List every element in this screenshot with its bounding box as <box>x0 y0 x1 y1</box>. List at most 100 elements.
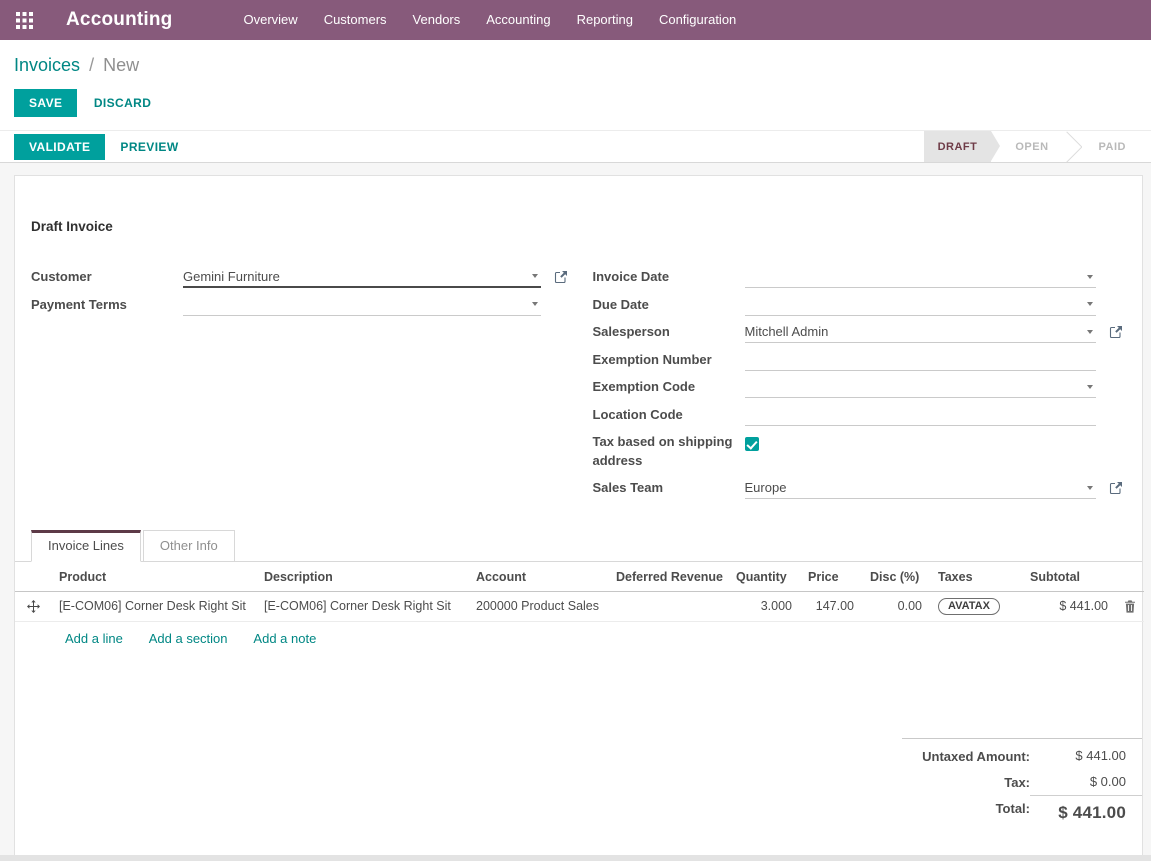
table-header-row: Product Description Account Deferred Rev… <box>15 562 1144 592</box>
exemption-code-label: Exemption Code <box>593 374 745 397</box>
chevron-down-icon[interactable] <box>1087 302 1093 306</box>
line-add-links: Add a line Add a section Add a note <box>15 622 1142 656</box>
field-exemption-code: Exemption Code <box>593 374 1097 402</box>
cell-price[interactable]: 147.00 <box>800 591 862 621</box>
status-step-draft[interactable]: DRAFT <box>924 131 992 162</box>
untaxed-amount-row: Untaxed Amount: $ 441.00 <box>902 748 1142 764</box>
handle-column-header <box>15 562 51 592</box>
add-a-note-link[interactable]: Add a note <box>253 631 316 646</box>
app-title[interactable]: Accounting <box>66 9 173 31</box>
status-step-open[interactable]: OPEN <box>991 131 1065 162</box>
customer-label: Customer <box>31 264 183 287</box>
external-link-icon[interactable] <box>554 270 568 284</box>
form-view-container: Draft Invoice Customer Gemini Furniture <box>0 163 1151 860</box>
chevron-down-icon[interactable] <box>1087 486 1093 490</box>
nav-item-vendors[interactable]: Vendors <box>400 0 474 40</box>
nav-item-reporting[interactable]: Reporting <box>564 0 646 40</box>
status-step-paid[interactable]: PAID <box>1082 131 1143 162</box>
discard-button[interactable]: DISCARD <box>82 89 163 117</box>
external-link-icon[interactable] <box>1109 481 1123 495</box>
horizontal-scrollbar[interactable] <box>0 855 1151 861</box>
due-date-input[interactable] <box>745 295 1097 316</box>
chevron-down-icon[interactable] <box>532 274 538 278</box>
external-link-icon[interactable] <box>1109 325 1123 339</box>
tax-shipping-checkbox[interactable] <box>745 437 759 451</box>
chevron-down-icon[interactable] <box>1087 330 1093 334</box>
col-actions <box>1116 562 1144 592</box>
exemption-code-input[interactable] <box>745 377 1097 398</box>
total-row: Total: $ 441.00 <box>902 800 1142 823</box>
field-invoice-date: Invoice Date <box>593 264 1097 292</box>
statusbar: VALIDATE PREVIEW DRAFT OPEN PAID <box>0 131 1151 163</box>
chevron-down-icon[interactable] <box>532 302 538 306</box>
nav-item-accounting[interactable]: Accounting <box>473 0 563 40</box>
cell-deferred-revenue[interactable] <box>608 591 728 621</box>
untaxed-amount-value: $ 441.00 <box>1030 748 1142 763</box>
sheet-title: Draft Invoice <box>31 219 1126 234</box>
tab-invoice-lines[interactable]: Invoice Lines <box>31 530 141 562</box>
location-code-input[interactable] <box>745 405 1097 426</box>
col-price[interactable]: Price <box>800 562 862 592</box>
invoice-date-label: Invoice Date <box>593 264 745 287</box>
cell-disc[interactable]: 0.00 <box>862 591 930 621</box>
col-deferred-revenue[interactable]: Deferred Revenue <box>608 562 728 592</box>
field-location-code: Location Code <box>593 402 1097 430</box>
control-panel: Invoices / New SAVE DISCARD <box>0 40 1151 131</box>
col-taxes[interactable]: Taxes <box>930 562 1022 592</box>
col-subtotal[interactable]: Subtotal <box>1022 562 1116 592</box>
col-product[interactable]: Product <box>51 562 256 592</box>
col-disc[interactable]: Disc (%) <box>862 562 930 592</box>
sales-team-label: Sales Team <box>593 475 745 498</box>
cell-description[interactable]: [E-COM06] Corner Desk Right Sit <box>256 591 468 621</box>
tax-value: $ 0.00 <box>1030 774 1142 789</box>
cell-taxes[interactable]: AVATAX <box>930 591 1022 621</box>
col-description[interactable]: Description <box>256 562 468 592</box>
cell-quantity[interactable]: 3.000 <box>728 591 800 621</box>
breadcrumb: Invoices / New <box>14 55 1135 76</box>
breadcrumb-separator: / <box>89 55 94 75</box>
validate-button[interactable]: VALIDATE <box>14 134 105 160</box>
tab-other-info[interactable]: Other Info <box>143 530 235 562</box>
invoice-line-row[interactable]: [E-COM06] Corner Desk Right Sit [E-COM06… <box>15 591 1144 621</box>
add-a-section-link[interactable]: Add a section <box>149 631 228 646</box>
cell-account[interactable]: 200000 Product Sales <box>468 591 608 621</box>
total-label: Total: <box>996 800 1030 816</box>
customer-input[interactable]: Gemini Furniture <box>183 267 541 288</box>
invoice-totals: Untaxed Amount: $ 441.00 Tax: $ 0.00 Tot… <box>902 738 1142 823</box>
exemption-number-input[interactable] <box>745 350 1097 371</box>
field-due-date: Due Date <box>593 292 1097 320</box>
add-a-line-link[interactable]: Add a line <box>65 631 123 646</box>
field-exemption-number: Exemption Number <box>593 347 1097 375</box>
cell-product[interactable]: [E-COM06] Corner Desk Right Sit <box>51 591 256 621</box>
field-tax-shipping: Tax based on shipping address <box>593 429 1097 475</box>
nav-item-overview[interactable]: Overview <box>231 0 311 40</box>
trash-icon[interactable] <box>1124 600 1136 613</box>
breadcrumb-new: New <box>103 55 139 75</box>
notebook-tabs: Invoice Lines Other Info <box>15 530 1142 562</box>
cell-subtotal: $ 441.00 <box>1022 591 1116 621</box>
chevron-down-icon[interactable] <box>1087 385 1093 389</box>
payment-terms-label: Payment Terms <box>31 292 183 315</box>
drag-handle-icon[interactable] <box>23 600 43 613</box>
sales-team-input[interactable]: Europe <box>745 478 1097 499</box>
col-quantity[interactable]: Quantity <box>728 562 800 592</box>
salesperson-input[interactable]: Mitchell Admin <box>745 322 1097 343</box>
untaxed-amount-label: Untaxed Amount: <box>922 748 1030 764</box>
breadcrumb-invoices[interactable]: Invoices <box>14 55 80 75</box>
preview-button[interactable]: PREVIEW <box>105 134 193 160</box>
nav-item-customers[interactable]: Customers <box>311 0 400 40</box>
nav-item-configuration[interactable]: Configuration <box>646 0 749 40</box>
apps-grid-icon[interactable] <box>16 12 33 29</box>
avatax-tag[interactable]: AVATAX <box>938 598 1000 615</box>
invoice-form-fields: Customer Gemini Furniture Payment Terms <box>15 264 1142 503</box>
main-menu: Overview Customers Vendors Accounting Re… <box>231 0 750 40</box>
top-navbar: Accounting Overview Customers Vendors Ac… <box>0 0 1151 40</box>
invoice-date-input[interactable] <box>745 267 1097 288</box>
chevron-down-icon[interactable] <box>1087 275 1093 279</box>
save-button[interactable]: SAVE <box>14 89 77 117</box>
field-sales-team: Sales Team Europe <box>593 475 1097 503</box>
col-account[interactable]: Account <box>468 562 608 592</box>
total-value: $ 441.00 <box>1030 795 1142 823</box>
invoice-sheet: Draft Invoice Customer Gemini Furniture <box>14 175 1143 860</box>
payment-terms-input[interactable] <box>183 295 541 316</box>
